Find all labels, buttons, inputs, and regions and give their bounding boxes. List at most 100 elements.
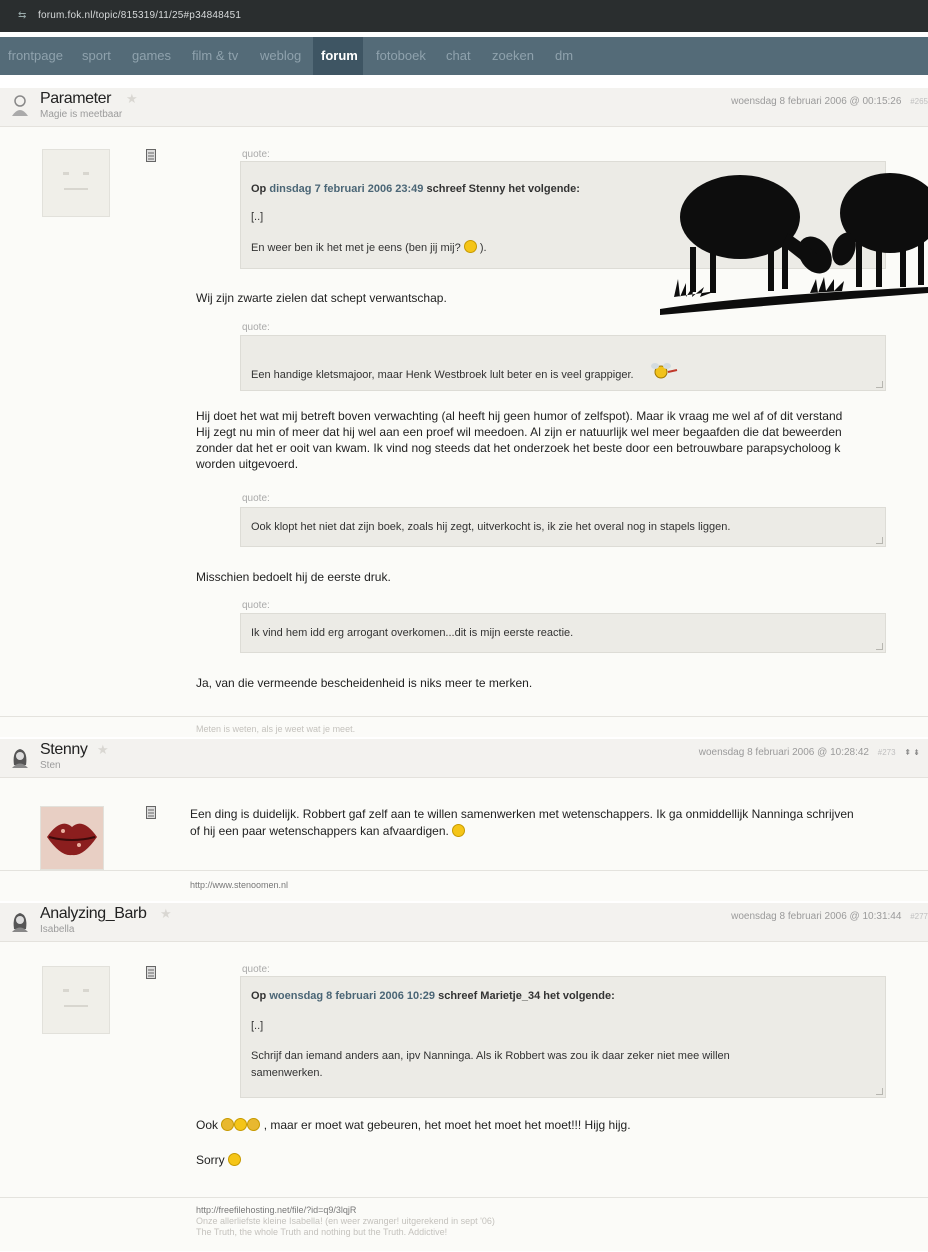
smiley-icon: [228, 1153, 242, 1166]
quote-text: Ook klopt het niet dat zijn boek, zoals …: [251, 521, 731, 533]
quote-label: quote:: [242, 149, 270, 160]
post-seconds: 42: [857, 747, 869, 758]
post-text: Ja, van die vermeende bescheidenheid is …: [196, 676, 533, 690]
bee-smiley-icon: [650, 363, 677, 379]
star-icon[interactable]: ★: [160, 906, 172, 922]
post-header: Stenny ★ Sten woensdag 8 februari 2006 @…: [0, 739, 928, 778]
post-date: woensdag 8 februari 2006 @ 10:31:: [731, 911, 891, 922]
quote-text-line: samenwerken.: [251, 1067, 323, 1079]
post-seconds: 44: [890, 911, 902, 922]
main-nav: frontpage sport games film & tv weblog f…: [0, 37, 928, 75]
post-text: Wij zijn zwarte zielen dat schept verwan…: [196, 291, 447, 305]
nav-item-fotoboek[interactable]: fotoboek: [368, 37, 434, 75]
lock-icon: ⇆: [18, 10, 27, 21]
nav-item-dm[interactable]: dm: [547, 37, 581, 75]
signature-link[interactable]: http://www.stenoomen.nl: [190, 880, 288, 890]
post-header: Parameter ★ Magie is meetbaar woensdag 8…: [0, 88, 928, 127]
user-tagline: Isabella: [40, 924, 75, 935]
signature-link[interactable]: http://freefilehosting.net/file/?id=q9/3…: [196, 1205, 356, 1215]
quote-author: schreef Marietje_34 het volgende:: [438, 990, 615, 1002]
sheep-image: [660, 173, 928, 315]
smiley-icon: [463, 240, 477, 253]
post-nav-arrows[interactable]: ⇞ ⇟: [904, 748, 920, 757]
nav-item-sport[interactable]: sport: [74, 37, 119, 75]
quote-date-link[interactable]: dinsdag 7 februari 2006 23:49: [269, 183, 423, 195]
signature: http://freefilehosting.net/file/?id=q9/3…: [0, 1197, 928, 1252]
post-body: quote: Op dinsdag 7 februari 2006 23:49 …: [0, 127, 928, 737]
star-icon[interactable]: ★: [97, 742, 109, 758]
nav-item-forum[interactable]: forum: [313, 37, 363, 75]
post-meta: woensdag 8 februari 2006 @ 10:28:42 #273…: [699, 747, 928, 758]
post-date: woensdag 8 februari 2006 @ 00:15:: [731, 96, 891, 107]
post-text-line: worden uitgevoerd.: [196, 457, 299, 471]
quote-text: Een handige kletsmajoor, maar Henk Westb…: [251, 369, 634, 381]
post-text-line: Een ding is duidelijk. Robbert gaf zelf …: [190, 807, 854, 821]
quote-date-link[interactable]: woensdag 8 februari 2006 10:29: [269, 990, 435, 1002]
resize-handle[interactable]: [876, 643, 883, 650]
avatar-eye: [83, 172, 89, 175]
star-icon[interactable]: ★: [126, 91, 138, 107]
quote-label: quote:: [242, 322, 270, 333]
nav-item-zoeken[interactable]: zoeken: [484, 37, 542, 75]
resize-handle[interactable]: [876, 1088, 883, 1095]
quote-label: quote:: [242, 964, 270, 975]
quote-prefix: Op: [251, 990, 267, 1002]
post-number[interactable]: #273: [878, 748, 896, 757]
post-number[interactable]: #265: [910, 97, 928, 106]
nav-item-chat[interactable]: chat: [438, 37, 479, 75]
page-icon[interactable]: [146, 966, 156, 979]
lips-image: [41, 807, 103, 869]
user-tagline: Sten: [40, 760, 61, 771]
avatar-eye: [83, 989, 89, 992]
address-bar[interactable]: ⇆ forum.fok.nl/topic/815319/11/25#p34848…: [0, 0, 928, 32]
post-text-line: Hij zegt nu min of meer dat hij wel aan …: [196, 425, 842, 439]
username[interactable]: Analyzing_Barb: [40, 905, 147, 923]
nav-item-frontpage[interactable]: frontpage: [0, 37, 71, 75]
cheer-smileys-icon: [221, 1118, 263, 1132]
page-icon[interactable]: [146, 149, 156, 162]
avatar[interactable]: [42, 966, 110, 1034]
post-text-line: Hij doet het wat mij betreft boven verwa…: [196, 409, 843, 423]
quote-box: Een handige kletsmajoor, maar Henk Westb…: [240, 335, 886, 391]
user-icon: [12, 95, 28, 116]
post-text: Sorry: [196, 1153, 225, 1167]
signature: http://www.stenoomen.nl: [0, 870, 928, 902]
page-icon[interactable]: [146, 806, 156, 819]
post-text: , maar er moet wat gebeuren, het moet he…: [263, 1118, 631, 1132]
quote-box: Ik vind hem idd erg arrogant overkomen..…: [240, 613, 886, 653]
quote-ellipsis: [..]: [251, 1020, 264, 1032]
quote-box: Op woensdag 8 februari 2006 10:29 schree…: [240, 976, 886, 1098]
quote-label: quote:: [242, 493, 270, 504]
post-text-line: zonder dat het er ooit van kwam. Ik vind…: [196, 441, 841, 455]
nav-item-film-tv[interactable]: film & tv: [184, 37, 246, 75]
post-text: Ook: [196, 1118, 219, 1132]
post-date: woensdag 8 februari 2006 @ 10:28:: [698, 747, 858, 758]
quote-text: En weer ben ik het met je eens (ben jij …: [251, 242, 461, 254]
nav-item-weblog[interactable]: weblog: [252, 37, 309, 75]
avatar-mouth: [64, 1005, 88, 1007]
post-seconds: 26: [890, 96, 902, 107]
post-body: quote: Op woensdag 8 februari 2006 10:29…: [0, 942, 928, 1251]
post-text: Misschien bedoelt hij de eerste druk.: [196, 570, 391, 584]
url-text[interactable]: forum.fok.nl/topic/815319/11/25#p3484845…: [38, 10, 241, 21]
avatar-mouth: [64, 188, 88, 190]
post-text-line: of hij een paar wetenschappers kan afvaa…: [190, 824, 449, 838]
avatar-eye: [63, 989, 69, 992]
username[interactable]: Parameter: [40, 90, 112, 108]
resize-handle[interactable]: [876, 537, 883, 544]
post-meta: woensdag 8 februari 2006 @ 10:31:44 #277: [731, 911, 928, 922]
post-number[interactable]: #277: [910, 912, 928, 921]
nav-item-games[interactable]: games: [124, 37, 179, 75]
signature-text: The Truth, the whole Truth and nothing b…: [196, 1227, 448, 1237]
quote-author: schreef Stenny het volgende:: [426, 183, 580, 195]
smiley-icon: [452, 824, 466, 837]
username[interactable]: Stenny: [40, 741, 88, 759]
avatar[interactable]: [40, 806, 104, 870]
quote-label: quote:: [242, 600, 270, 611]
avatar-eye: [63, 172, 69, 175]
quote-prefix: Op: [251, 183, 267, 195]
user-tagline: Magie is meetbaar: [40, 109, 123, 120]
user-icon: [12, 749, 28, 768]
resize-handle[interactable]: [876, 381, 883, 388]
avatar[interactable]: [42, 149, 110, 217]
